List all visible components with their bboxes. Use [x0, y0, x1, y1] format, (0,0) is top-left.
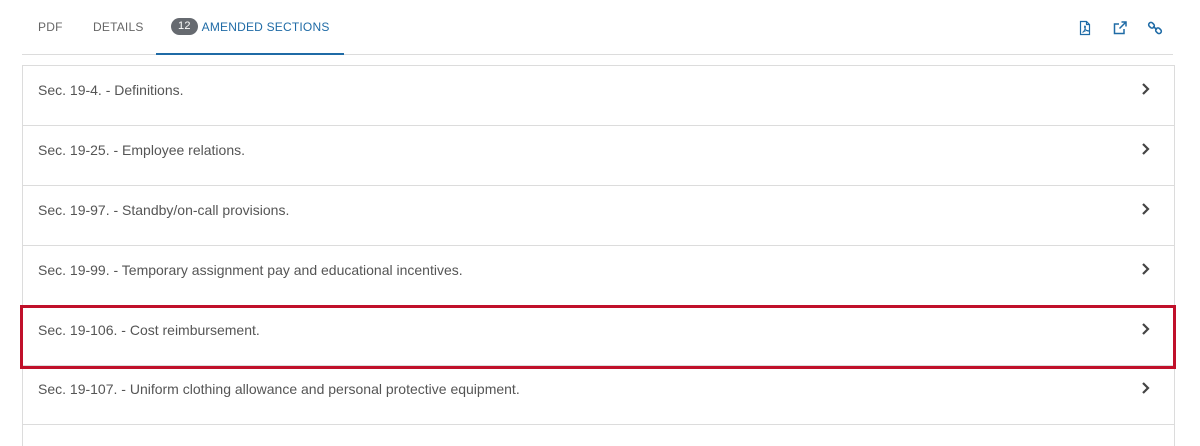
- list-item[interactable]: Sec. 19-4. - Definitions.: [23, 66, 1174, 126]
- list-item[interactable]: Sec. 19-107. - Uniform clothing allowanc…: [23, 365, 1174, 425]
- tab-pdf[interactable]: PDF: [38, 0, 63, 54]
- chevron-right-icon: [1140, 262, 1152, 276]
- section-label: Sec. 19-4. - Definitions.: [38, 82, 184, 98]
- chevron-right-icon: [1140, 202, 1152, 216]
- section-label: Sec. 19-25. - Employee relations.: [38, 142, 245, 158]
- tab-pdf-label: PDF: [38, 20, 63, 34]
- list-item[interactable]: Sec. 19-97. - Standby/on-call provisions…: [23, 186, 1174, 246]
- amended-count-badge: 12: [171, 18, 198, 35]
- chevron-right-icon: [1140, 322, 1152, 336]
- link-icon[interactable]: [1147, 20, 1163, 36]
- tab-details-label: DETAILS: [93, 20, 144, 34]
- section-label: Sec. 19-106. - Cost reimbursement.: [38, 322, 260, 338]
- external-link-icon[interactable]: [1112, 20, 1128, 36]
- amended-sections-list: Sec. 19-4. - Definitions. Sec. 19-25. - …: [22, 65, 1175, 446]
- tab-bar: PDF DETAILS 12 AMENDED SECTIONS: [22, 0, 1173, 55]
- pdf-file-icon[interactable]: [1077, 20, 1093, 36]
- section-label: Sec. 19-107. - Uniform clothing allowanc…: [38, 381, 520, 397]
- section-label: Sec. 19-97. - Standby/on-call provisions…: [38, 202, 290, 218]
- section-label: Sec. 19-99. - Temporary assignment pay a…: [38, 262, 463, 278]
- tab-details[interactable]: DETAILS: [93, 0, 144, 54]
- list-item[interactable]: Sec. 19-106. - Cost reimbursement.: [23, 306, 1174, 366]
- chevron-right-icon: [1140, 82, 1152, 96]
- chevron-right-icon: [1140, 381, 1152, 395]
- chevron-right-icon: [1140, 142, 1152, 156]
- tab-amended-sections-label: AMENDED SECTIONS: [201, 19, 330, 34]
- list-item[interactable]: Sec. 19-25. - Employee relations.: [23, 126, 1174, 186]
- tab-amended-sections[interactable]: 12 AMENDED SECTIONS: [156, 0, 344, 55]
- list-item[interactable]: Sec. 19-99. - Temporary assignment pay a…: [23, 246, 1174, 306]
